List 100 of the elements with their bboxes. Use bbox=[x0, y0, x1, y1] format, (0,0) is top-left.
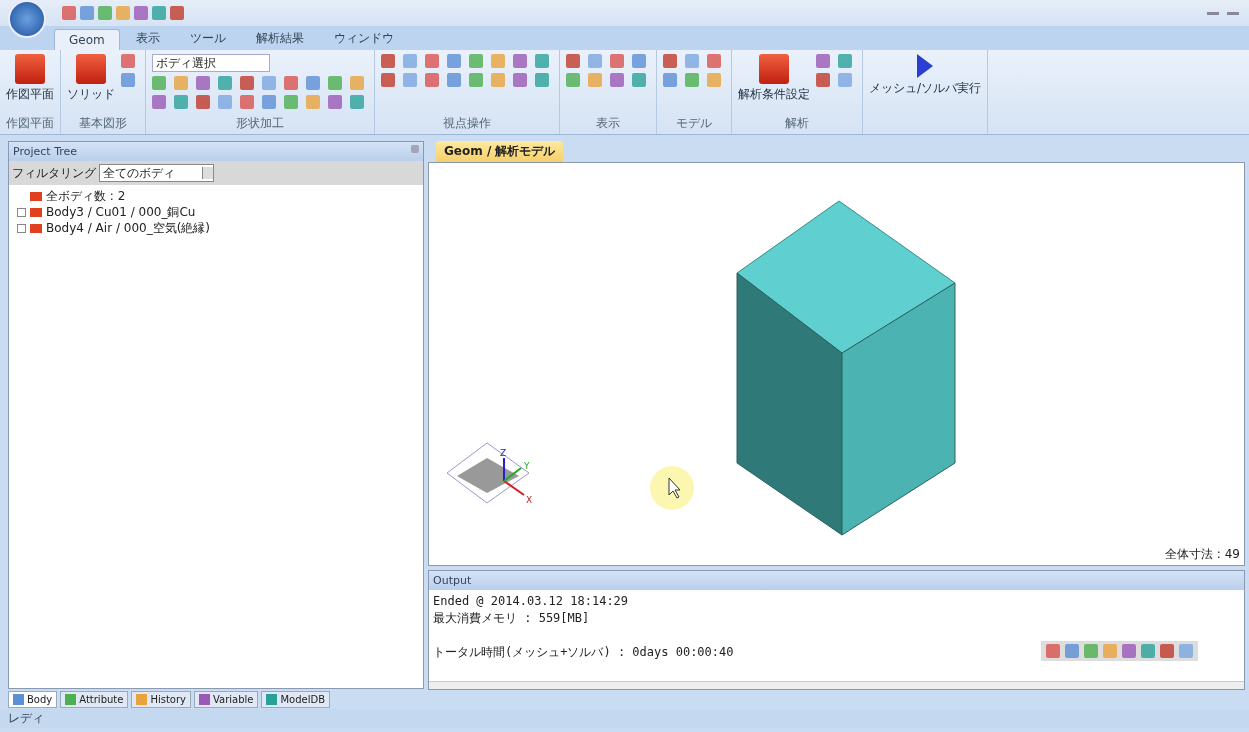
tool-icon[interactable] bbox=[121, 54, 135, 68]
panel-tab[interactable]: History bbox=[131, 690, 191, 708]
tool-icon[interactable] bbox=[98, 6, 112, 20]
tool-icon[interactable] bbox=[838, 73, 852, 87]
tool-icon[interactable] bbox=[262, 95, 276, 109]
tool-icon[interactable] bbox=[196, 76, 210, 90]
tool-icon[interactable] bbox=[403, 73, 417, 87]
tool-icon[interactable] bbox=[469, 54, 483, 68]
tool-icon[interactable] bbox=[174, 76, 188, 90]
tool-icon[interactable] bbox=[350, 76, 364, 90]
tool-icon[interactable] bbox=[1084, 644, 1098, 658]
tool-icon[interactable] bbox=[632, 73, 646, 87]
tool-icon[interactable] bbox=[1046, 644, 1060, 658]
body-select-dropdown[interactable]: ボディ選択 bbox=[152, 54, 270, 72]
tool-icon[interactable] bbox=[240, 76, 254, 90]
ribbon-tab[interactable]: 表示 bbox=[121, 27, 174, 50]
filter-dropdown[interactable]: 全てのボディ bbox=[99, 164, 214, 182]
tree-item[interactable]: Body4 / Air / 000_空気(絶縁) bbox=[46, 219, 210, 237]
tool-icon[interactable] bbox=[62, 6, 76, 20]
axis-label: Z bbox=[500, 448, 507, 458]
tool-icon[interactable] bbox=[218, 76, 232, 90]
tool-icon[interactable] bbox=[491, 54, 505, 68]
tool-icon[interactable] bbox=[513, 54, 527, 68]
tool-icon[interactable] bbox=[816, 73, 830, 87]
ribbon-tab[interactable]: Geom bbox=[54, 29, 120, 50]
tool-icon[interactable] bbox=[152, 95, 166, 109]
tool-icon[interactable] bbox=[152, 76, 166, 90]
tool-icon[interactable] bbox=[1122, 644, 1136, 658]
tool-icon[interactable] bbox=[685, 54, 699, 68]
tree-item[interactable]: Body3 / Cu01 / 000_銅Cu bbox=[46, 203, 196, 221]
restore-icon[interactable] bbox=[1227, 11, 1239, 15]
tree-item[interactable]: 全ボディ数 : 2 bbox=[46, 187, 126, 205]
horizontal-scrollbar[interactable] bbox=[429, 681, 1244, 689]
tool-icon[interactable] bbox=[116, 6, 130, 20]
tool-icon[interactable] bbox=[403, 54, 417, 68]
tool-icon[interactable] bbox=[632, 54, 646, 68]
document-tab[interactable]: Geom / 解析モデル bbox=[436, 141, 564, 162]
tool-icon[interactable] bbox=[566, 54, 580, 68]
tool-icon[interactable] bbox=[535, 73, 549, 87]
ribbon-button[interactable]: ソリッド bbox=[67, 54, 115, 103]
tool-icon[interactable] bbox=[134, 6, 148, 20]
tool-icon[interactable] bbox=[284, 95, 298, 109]
panel-tab[interactable]: ModelDB bbox=[261, 690, 331, 708]
tool-icon[interactable] bbox=[306, 76, 320, 90]
tool-icon[interactable] bbox=[240, 95, 254, 109]
tool-icon[interactable] bbox=[816, 54, 830, 68]
tool-icon[interactable] bbox=[196, 95, 210, 109]
ribbon-button[interactable]: 作図平面 bbox=[6, 54, 54, 103]
app-logo-icon[interactable] bbox=[8, 0, 46, 38]
ribbon-button[interactable]: 解析条件設定 bbox=[738, 54, 810, 103]
tool-icon[interactable] bbox=[218, 95, 232, 109]
tool-icon[interactable] bbox=[447, 73, 461, 87]
axis-label: X bbox=[526, 495, 533, 505]
tool-icon[interactable] bbox=[707, 54, 721, 68]
tool-icon[interactable] bbox=[513, 73, 527, 87]
tool-icon[interactable] bbox=[447, 54, 461, 68]
tool-icon[interactable] bbox=[707, 73, 721, 87]
tool-icon[interactable] bbox=[174, 95, 188, 109]
tool-icon[interactable] bbox=[121, 73, 135, 87]
tool-icon[interactable] bbox=[491, 73, 505, 87]
panel-tab[interactable]: Body bbox=[8, 690, 58, 708]
tool-icon[interactable] bbox=[262, 76, 276, 90]
ribbon-tab[interactable]: ツール bbox=[175, 27, 240, 50]
tool-icon[interactable] bbox=[425, 73, 439, 87]
panel-tab[interactable]: Attribute bbox=[60, 690, 129, 708]
panel-title: Output bbox=[433, 574, 472, 587]
tool-icon[interactable] bbox=[328, 95, 342, 109]
ribbon-tab[interactable]: ウィンドウ bbox=[319, 27, 408, 50]
solid-icon bbox=[30, 207, 42, 217]
tool-icon[interactable] bbox=[588, 73, 602, 87]
tool-icon[interactable] bbox=[610, 54, 624, 68]
tool-icon[interactable] bbox=[1141, 644, 1155, 658]
tool-icon[interactable] bbox=[350, 95, 364, 109]
minimize-icon[interactable] bbox=[1207, 11, 1219, 15]
tool-icon[interactable] bbox=[80, 6, 94, 20]
group-label: 視点操作 bbox=[442, 115, 492, 132]
tool-icon[interactable] bbox=[328, 76, 342, 90]
tool-icon[interactable] bbox=[469, 73, 483, 87]
tool-icon[interactable] bbox=[1065, 644, 1079, 658]
tool-icon[interactable] bbox=[610, 73, 624, 87]
tool-icon[interactable] bbox=[152, 6, 166, 20]
tool-icon[interactable] bbox=[306, 95, 320, 109]
tool-icon[interactable] bbox=[1179, 644, 1193, 658]
tool-icon[interactable] bbox=[425, 54, 439, 68]
tool-icon[interactable] bbox=[381, 73, 395, 87]
tool-icon[interactable] bbox=[170, 6, 184, 20]
tool-icon[interactable] bbox=[838, 54, 852, 68]
tool-icon[interactable] bbox=[685, 73, 699, 87]
ribbon-button[interactable]: メッシュ/ソルバ実行 bbox=[869, 54, 982, 97]
tool-icon[interactable] bbox=[284, 76, 298, 90]
tool-icon[interactable] bbox=[663, 73, 677, 87]
tool-icon[interactable] bbox=[566, 73, 580, 87]
tool-icon[interactable] bbox=[535, 54, 549, 68]
tool-icon[interactable] bbox=[663, 54, 677, 68]
panel-tab[interactable]: Variable bbox=[194, 690, 259, 708]
tool-icon[interactable] bbox=[588, 54, 602, 68]
ribbon-tab[interactable]: 解析結果 bbox=[241, 27, 318, 50]
tool-icon[interactable] bbox=[1160, 644, 1174, 658]
tool-icon[interactable] bbox=[1103, 644, 1117, 658]
tool-icon[interactable] bbox=[381, 54, 395, 68]
